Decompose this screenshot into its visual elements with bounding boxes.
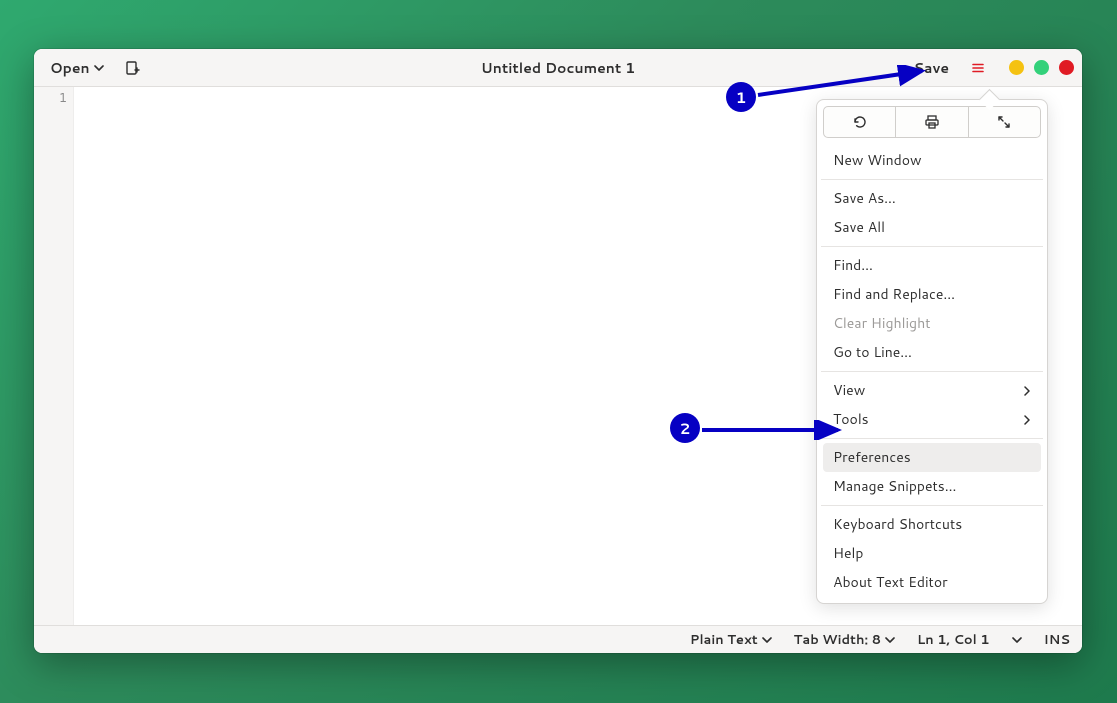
statusbar: Plain Text Tab Width: 8 Ln 1, Col 1 INS [34, 625, 1082, 653]
menu-separator [821, 438, 1043, 439]
save-label: Save [914, 58, 949, 78]
cursor-position[interactable]: Ln 1, Col 1 [917, 631, 990, 649]
chevron-down-icon [94, 63, 104, 73]
menu-save-as[interactable]: Save As… [823, 184, 1041, 213]
hamburger-icon [971, 61, 985, 75]
menu-save-all[interactable]: Save All [823, 213, 1041, 242]
menu-separator [821, 371, 1043, 372]
menu-separator [821, 179, 1043, 180]
annotation-step-2: 2 [670, 413, 700, 443]
menu-find[interactable]: Find… [823, 251, 1041, 280]
reload-button[interactable] [823, 106, 896, 138]
close-button[interactable] [1059, 60, 1074, 75]
minimize-button[interactable] [1009, 60, 1024, 75]
titlebar: Open Untitled Document 1 Save [34, 49, 1082, 87]
chevron-right-icon [1023, 415, 1031, 425]
chevron-down-icon [885, 635, 895, 645]
insert-mode[interactable]: INS [1044, 631, 1070, 649]
menu-manage-snippets[interactable]: Manage Snippets… [823, 472, 1041, 501]
menu-keyboard-shortcuts[interactable]: Keyboard Shortcuts [823, 510, 1041, 539]
position-label: Ln 1, Col 1 [917, 631, 990, 649]
chevron-down-icon [762, 635, 772, 645]
chevron-down-icon[interactable] [1012, 635, 1022, 645]
titlebar-right: Save [906, 54, 1074, 82]
menu-clear-highlight: Clear Highlight [823, 309, 1041, 338]
menu-about[interactable]: About Text Editor [823, 568, 1041, 597]
menu-goto-line[interactable]: Go to Line… [823, 338, 1041, 367]
reload-icon [852, 114, 868, 130]
menu-preferences[interactable]: Preferences [823, 443, 1041, 472]
open-label: Open [50, 58, 90, 78]
menu-view[interactable]: View [823, 376, 1041, 405]
titlebar-left: Open [42, 54, 148, 82]
maximize-button[interactable] [1034, 60, 1049, 75]
fullscreen-icon [996, 114, 1012, 130]
fullscreen-button[interactable] [968, 106, 1041, 138]
menu-find-replace[interactable]: Find and Replace… [823, 280, 1041, 309]
menu-help[interactable]: Help [823, 539, 1041, 568]
menu-separator [821, 246, 1043, 247]
window-controls [1009, 60, 1074, 75]
print-button[interactable] [896, 106, 967, 138]
main-menu-popover: New Window Save As… Save All Find… Find … [816, 99, 1048, 604]
new-document-icon [124, 60, 140, 76]
new-tab-button[interactable] [116, 56, 148, 80]
menu-separator [821, 505, 1043, 506]
menu-tools[interactable]: Tools [823, 405, 1041, 434]
annotation-step-1: 1 [726, 82, 756, 112]
line-number: 1 [34, 89, 67, 107]
insert-mode-label: INS [1044, 631, 1070, 649]
line-number-gutter: 1 [34, 87, 74, 625]
open-button[interactable]: Open [42, 54, 112, 82]
tab-width-label: Tab Width: 8 [794, 631, 881, 649]
print-icon [924, 114, 940, 130]
hamburger-menu-button[interactable] [963, 57, 993, 79]
save-button[interactable]: Save [906, 54, 957, 82]
text-editor-window: Open Untitled Document 1 Save [34, 49, 1082, 653]
chevron-right-icon [1023, 386, 1031, 396]
menu-icon-row [823, 106, 1041, 138]
language-label: Plain Text [690, 631, 758, 649]
menu-new-window[interactable]: New Window [823, 146, 1041, 175]
tab-width-selector[interactable]: Tab Width: 8 [794, 631, 895, 649]
language-selector[interactable]: Plain Text [690, 631, 772, 649]
